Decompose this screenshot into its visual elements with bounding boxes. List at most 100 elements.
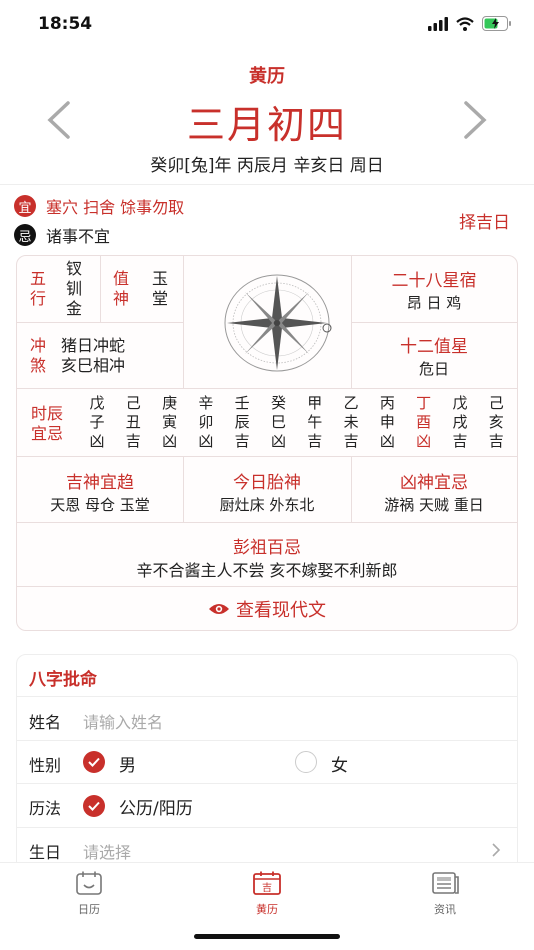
divider (17, 696, 517, 697)
hour-branch: 戌 (452, 413, 468, 431)
calendar-icon (76, 871, 102, 895)
calendar-solar-radio[interactable] (83, 795, 105, 817)
tab-calendar-label: 日历 (78, 903, 100, 916)
hour-luck: 吉 (234, 432, 250, 450)
yi-badge: 宜 (14, 195, 36, 217)
yi-text: 塞穴 扫舍 馀事勿取 (46, 198, 185, 217)
wuxing-value-char: 钗 (65, 259, 82, 278)
hour-branch: 子 (89, 413, 105, 431)
tab-news-label: 资讯 (434, 903, 456, 916)
divider (17, 740, 517, 741)
calendar-label: 历法 (29, 799, 62, 818)
hour-stem: 戊 (452, 394, 468, 412)
hour-column: 丁酉凶 (414, 394, 434, 451)
hour-luck: 吉 (307, 432, 323, 450)
divider (17, 827, 517, 828)
hour-branch: 未 (343, 413, 359, 431)
gender-male-label[interactable]: 男 (119, 751, 136, 776)
tab-calendar[interactable]: 日历 (49, 871, 129, 917)
gender-male-radio[interactable] (83, 751, 105, 773)
tab-almanac[interactable]: 吉 黄历 (227, 871, 307, 917)
choose-lucky-day-button[interactable]: 择吉日 (459, 208, 510, 233)
ji-text: 诸事不宜 (46, 227, 111, 246)
hour-column: 庚寅凶 (160, 394, 180, 451)
hour-branch: 亥 (488, 413, 504, 431)
calendar-solar-label[interactable]: 公历/阳历 (119, 794, 193, 819)
view-modern-label: 查看现代文 (236, 600, 326, 621)
jishen-title: 吉神宜趋 (66, 473, 134, 493)
hours-label-line: 宜忌 (30, 424, 63, 443)
zhishen-value: 玉 堂 (149, 269, 171, 309)
hour-luck: 吉 (125, 432, 141, 450)
divider (17, 586, 517, 587)
zhixing-value: 危日 (418, 360, 449, 378)
wuxing-value: 钗 钏 金 (63, 259, 85, 319)
xiu-title: 二十八星宿 (391, 271, 477, 291)
divider (100, 256, 101, 322)
chongsha-label-char: 冲 (29, 336, 46, 355)
wuxing-label-char: 五 (29, 269, 46, 288)
ganzhi-date: 癸卯[兔]年 丙辰月 辛亥日 周日 (150, 156, 384, 176)
almanac-card: 五 行 钗 钏 金 值 神 玉 堂 二十八星宿 昂 日 鸡 冲 煞 猪日冲蛇 亥… (16, 255, 518, 631)
svg-text:吉: 吉 (262, 882, 272, 894)
hour-stem: 庚 (162, 394, 178, 412)
zhishen-label-char: 神 (112, 289, 129, 308)
checkmark-icon (88, 757, 100, 767)
birthday-picker[interactable]: 请选择 (83, 839, 131, 863)
divider (183, 256, 184, 388)
status-time: 18:54 (38, 14, 93, 34)
chevron-right-icon[interactable] (491, 842, 501, 858)
chongsha-value-line: 猪日冲蛇 (61, 336, 126, 355)
pengzu-value: 辛不合酱主人不尝 亥不嫁娶不利新郎 (136, 561, 398, 580)
hour-column: 甲午吉 (305, 394, 325, 451)
gender-female-label[interactable]: 女 (331, 751, 348, 776)
bazi-card: 八字批命 姓名 请输入姓名 性别 男 女 历法 公历/阳历 生日 请选择 (16, 654, 518, 884)
next-day-button[interactable] (460, 100, 490, 140)
tab-news[interactable]: 资讯 (405, 871, 485, 917)
hour-stem: 甲 (307, 394, 323, 412)
home-indicator (194, 934, 340, 939)
hour-column: 戊戌吉 (450, 394, 470, 451)
divider (17, 522, 517, 523)
wuxing-value-char: 金 (65, 299, 82, 318)
hour-column: 癸巳凶 (269, 394, 289, 451)
hour-stem: 丁 (416, 394, 432, 412)
signal-icon (428, 16, 448, 31)
hour-luck: 吉 (343, 432, 359, 450)
yi-row: 宜 塞穴 扫舍 馀事勿取 (14, 193, 184, 219)
hour-column: 戊子凶 (87, 394, 107, 451)
hour-branch: 辰 (234, 413, 250, 431)
lunar-date[interactable]: 三月初四 (0, 94, 534, 149)
hour-branch: 午 (307, 413, 323, 431)
hour-luck: 吉 (488, 432, 504, 450)
xiu-value: 昂 日 鸡 (406, 294, 462, 312)
hours-label-line: 时辰 (30, 404, 63, 423)
zhishen-label-char: 值 (112, 269, 129, 288)
birthday-label: 生日 (29, 843, 62, 862)
hour-stem: 丙 (379, 394, 395, 412)
zhishen-label: 值 神 (110, 269, 132, 309)
gender-female-radio[interactable] (295, 751, 317, 773)
gender-label: 性别 (29, 756, 62, 775)
status-bar: 18:54 (0, 0, 534, 50)
taishen-value: 厨灶床 外东北 (219, 496, 315, 514)
hour-branch: 申 (379, 413, 395, 431)
hour-luck: 吉 (452, 432, 468, 450)
battery-charging-icon (482, 16, 511, 31)
hour-column: 己丑吉 (123, 394, 143, 451)
chongsha-value: 猪日冲蛇 亥巳相冲 (61, 336, 151, 376)
xiongshen-value: 游祸 天贼 重日 (384, 496, 484, 514)
page-title: 黄历 (249, 66, 285, 87)
ji-row: 忌 诸事不宜 (14, 222, 110, 248)
view-modern-button[interactable]: 查看现代文 (17, 596, 517, 622)
hour-branch: 巳 (270, 413, 286, 431)
zhishen-value-char: 玉 (151, 269, 168, 288)
hours-label: 时辰 宜忌 (25, 404, 69, 444)
divider (0, 184, 534, 185)
zhixing-title: 十二值星 (400, 337, 468, 357)
hour-column: 辛卯凶 (196, 394, 216, 451)
hour-stem: 辛 (198, 394, 214, 412)
hour-luck: 凶 (379, 432, 395, 450)
name-input[interactable]: 请输入姓名 (83, 709, 163, 733)
status-icons (428, 16, 512, 31)
